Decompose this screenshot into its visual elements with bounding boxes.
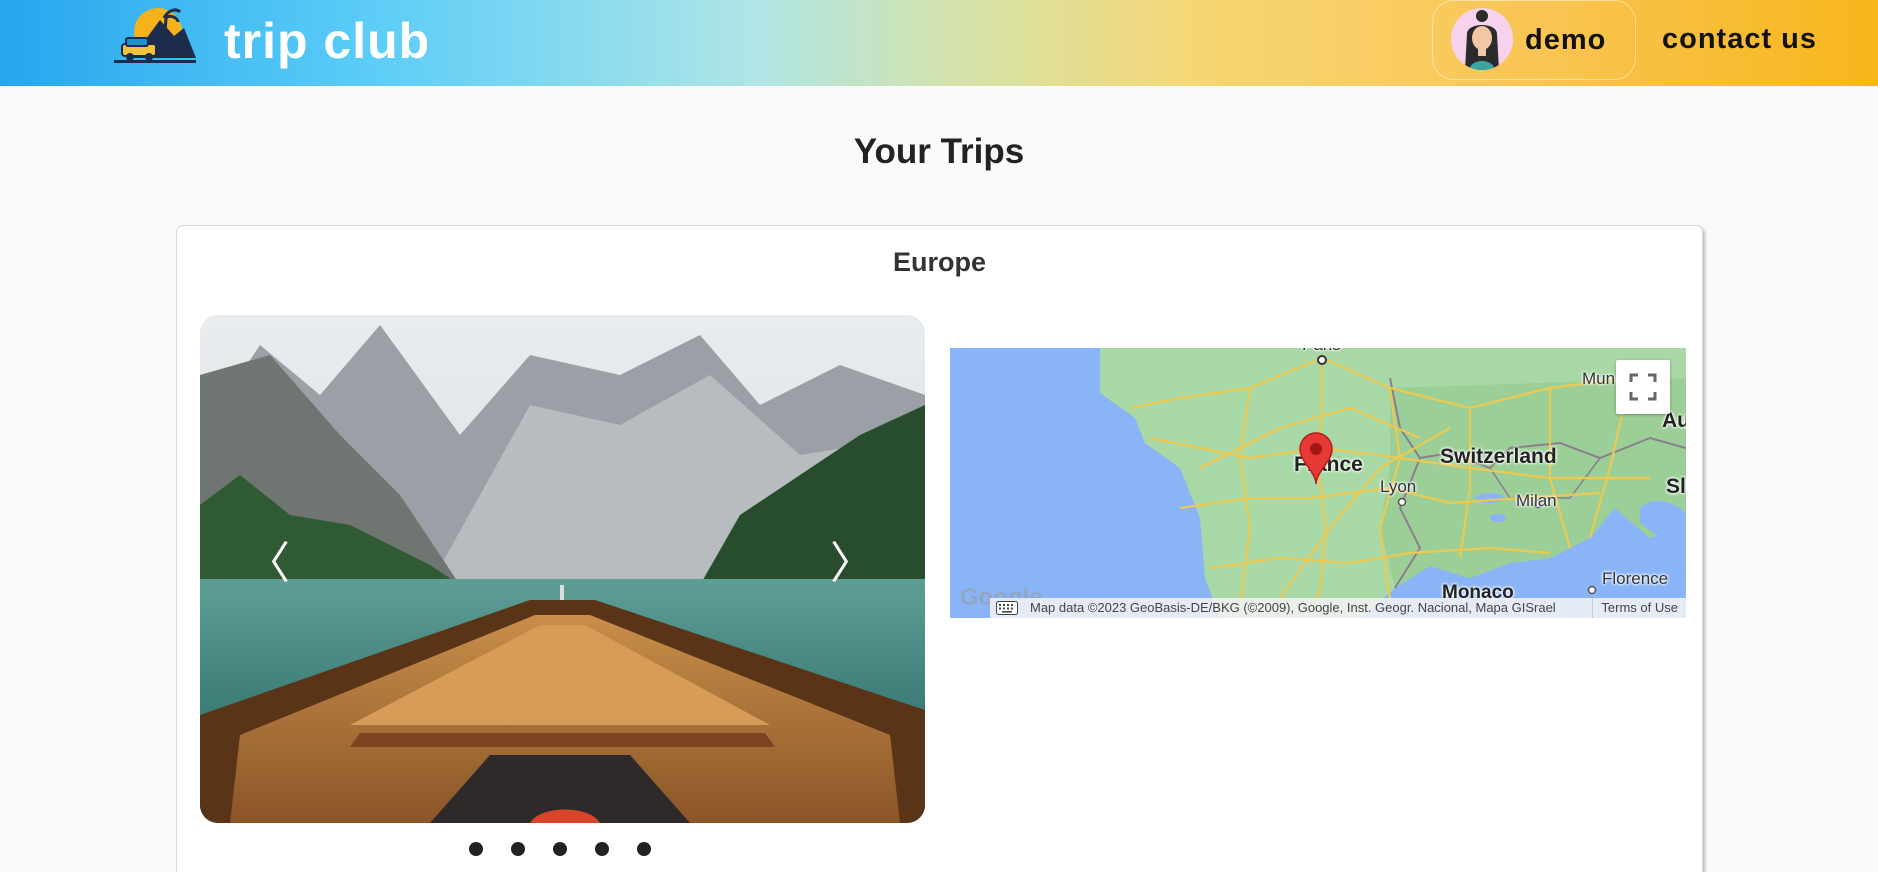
carousel-dot-4[interactable] [595, 842, 609, 856]
brand-name[interactable]: trip club [224, 10, 430, 72]
photo-carousel[interactable]: 〈 〉 [200, 315, 925, 823]
keyboard-shortcuts-icon[interactable] [990, 598, 1024, 618]
map-label-lyon: Lyon [1380, 477, 1417, 496]
terms-of-use-link[interactable]: Terms of Use [1592, 598, 1686, 618]
logo-icon[interactable] [114, 6, 196, 64]
carousel-next-button[interactable]: 〉 [830, 537, 874, 591]
carousel-dot-1[interactable] [469, 842, 483, 856]
trip-card: Europe 〈 〉 France Switzerland Lyon Milan… [176, 225, 1703, 872]
carousel-dot-2[interactable] [511, 842, 525, 856]
carousel-dots [469, 842, 651, 856]
map-label-switzerland: Switzerland [1440, 445, 1557, 468]
user-name[interactable]: demo [1525, 23, 1606, 57]
carousel-prev-button[interactable]: 〈 [246, 537, 290, 591]
map-label-munich: Mun [1582, 369, 1616, 388]
trip-title: Europe [892, 247, 986, 277]
trip-photo [200, 315, 925, 823]
location-marker-icon[interactable] [1298, 432, 1334, 485]
fullscreen-icon [1629, 373, 1657, 401]
map-label-milan: Milan [1516, 491, 1557, 510]
map-label-paris: Paris [1302, 348, 1341, 356]
contact-us-link[interactable]: contact us [1662, 22, 1817, 56]
map-label-florence: Florence [1602, 569, 1669, 588]
map-label-sl: Sl [1666, 475, 1686, 498]
page-title: Your Trips [853, 132, 1025, 171]
trip-map[interactable]: Paris France Switzerland Lyon Milan Mona… [950, 348, 1686, 618]
user-menu[interactable]: demo [1432, 0, 1636, 80]
carousel-dot-5[interactable] [637, 842, 651, 856]
carousel-dot-3[interactable] [553, 842, 567, 856]
map-footer: Map data ©2023 GeoBasis-DE/BKG (©2009), … [990, 598, 1686, 618]
map-attribution: Map data ©2023 GeoBasis-DE/BKG (©2009), … [1030, 600, 1556, 615]
map-fullscreen-button[interactable] [1616, 360, 1670, 414]
avatar[interactable] [1451, 8, 1513, 70]
top-header: trip club demo contact us [0, 0, 1878, 86]
